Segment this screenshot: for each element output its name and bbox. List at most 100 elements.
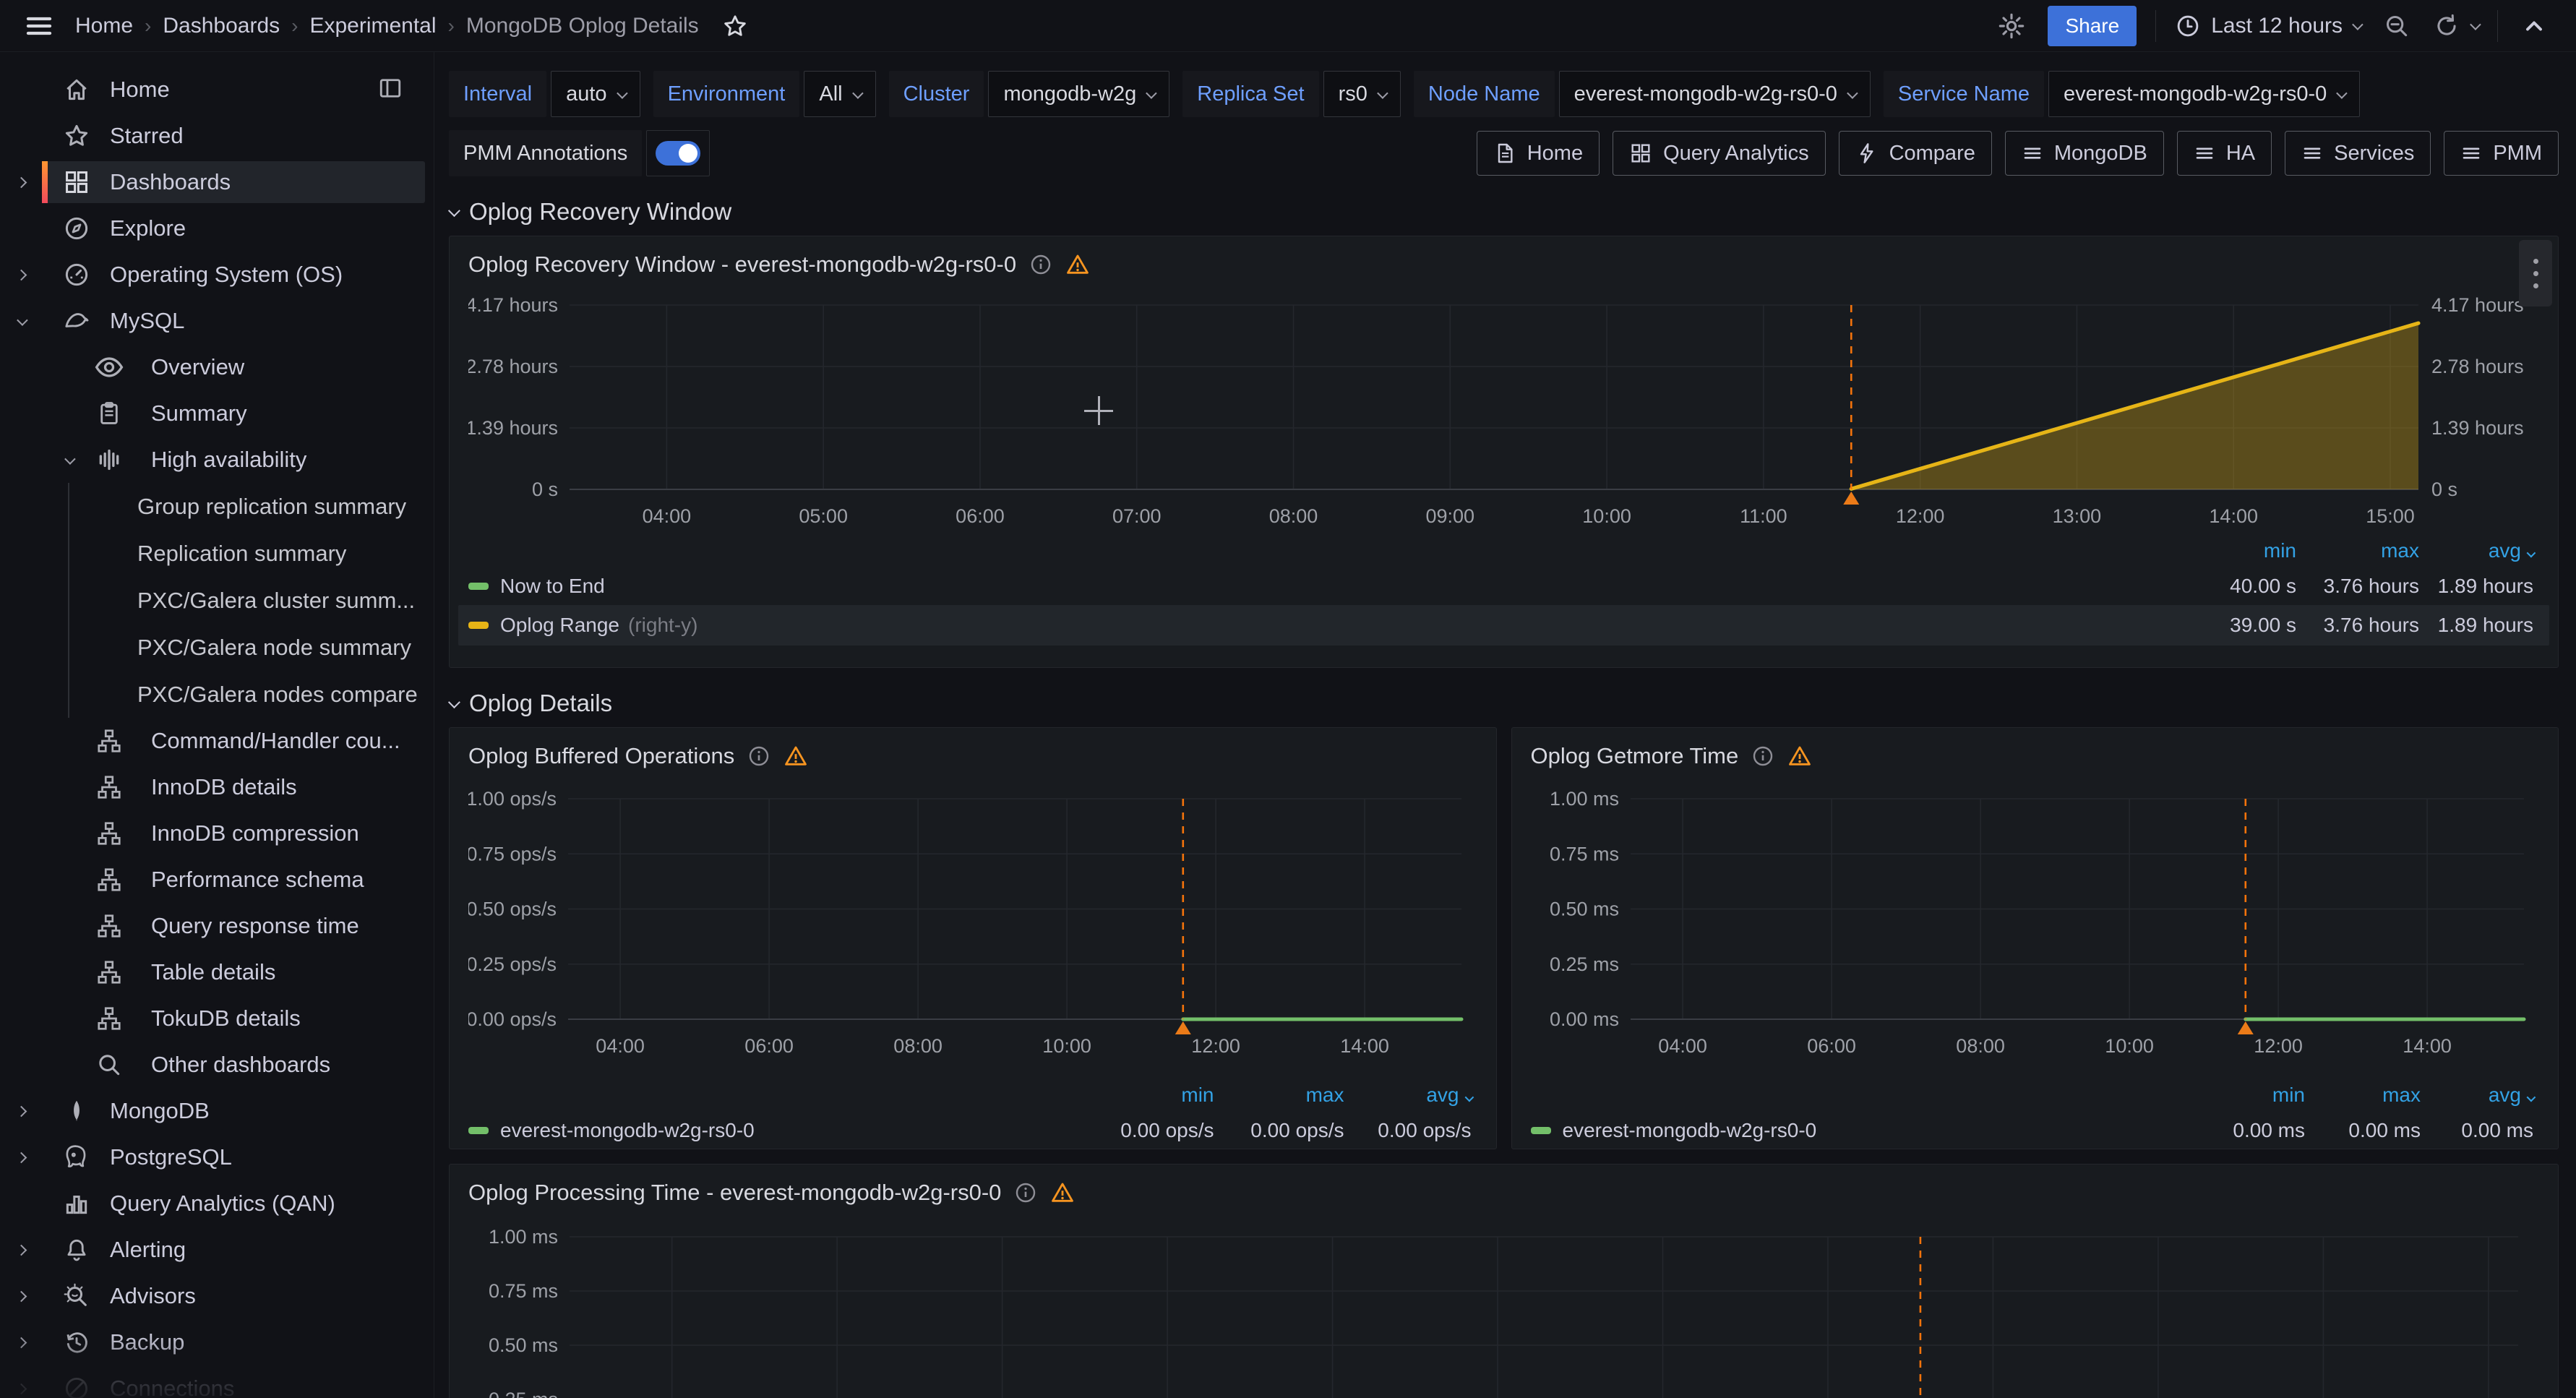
warning-icon[interactable] [783, 744, 808, 768]
quicklink-home-button[interactable]: Home [1477, 131, 1600, 176]
filter-environment-value[interactable]: All [804, 71, 875, 117]
warning-icon[interactable] [1050, 1180, 1075, 1205]
legend-col-avg[interactable]: avg [2421, 1084, 2533, 1107]
quicklink-ha-button[interactable]: HA [2177, 131, 2272, 176]
quicklink-query-analytics-button[interactable]: Query Analytics [1613, 131, 1825, 176]
breadcrumb-home[interactable]: Home [75, 14, 133, 38]
chevron-down-icon [1146, 87, 1157, 99]
legend-col-max[interactable]: max [2305, 1084, 2421, 1107]
pmm-annotations-toggle[interactable] [646, 130, 710, 176]
sidebar-item-mysql-summary[interactable]: Summary [0, 390, 434, 437]
info-icon[interactable] [1751, 745, 1774, 768]
panel-title[interactable]: Oplog Recovery Window - everest-mongodb-… [468, 252, 1016, 278]
sidebar-item-group-replication-summary[interactable]: Group replication summary [69, 483, 434, 530]
sidebar-item-backup[interactable]: Backup [0, 1319, 434, 1365]
time-range-picker[interactable]: Last 12 hours [2175, 13, 2361, 39]
filter-interval-value[interactable]: auto [551, 71, 640, 117]
legend-col-avg[interactable]: avg [1344, 1084, 1472, 1107]
quicklink-services-button[interactable]: Services [2285, 131, 2431, 176]
panel-title[interactable]: Oplog Buffered Operations [468, 743, 734, 769]
sidebar-item-pxc-galera-nodes-compare[interactable]: PXC/Galera nodes compare [69, 671, 434, 718]
series-axis-note: (right-y) [628, 614, 697, 637]
sidebar-item-pxc-galera-node-summary[interactable]: PXC/Galera node summary [69, 624, 434, 671]
quicklink-mongodb-button[interactable]: MongoDB [2005, 131, 2164, 176]
panel-title[interactable]: Oplog Getmore Time [1531, 743, 1739, 769]
svg-text:06:00: 06:00 [956, 505, 1005, 527]
sidebar-item-alerting[interactable]: Alerting [0, 1227, 434, 1273]
sidebar-item-mysql-overview[interactable]: Overview [0, 344, 434, 390]
sidebar-collapse-icon[interactable] [377, 75, 403, 105]
breadcrumb-experimental[interactable]: Experimental [309, 14, 436, 38]
sidebar-item-advisors[interactable]: Advisors [0, 1273, 434, 1319]
filter-node-name-value[interactable]: everest-mongodb-w2g-rs0-0 [1559, 71, 1871, 117]
sidebar-item-connections[interactable]: Connections [0, 1365, 434, 1398]
legend-col-min[interactable]: min [2189, 1084, 2305, 1107]
series-name[interactable]: Now to End [500, 575, 605, 598]
sidebar-item-other-dashboards[interactable]: Other dashboards [0, 1042, 434, 1088]
chevron-right-icon[interactable] [15, 1383, 27, 1394]
breadcrumb-dashboards[interactable]: Dashboards [163, 14, 280, 38]
zoom-out-icon[interactable] [2379, 9, 2414, 43]
legend-col-min[interactable]: min [1084, 1084, 1214, 1107]
sidebar-item-starred[interactable]: Starred [0, 113, 434, 159]
hamburger-menu-icon[interactable] [22, 9, 56, 43]
chevron-right-icon[interactable] [15, 176, 27, 188]
legend-col-max[interactable]: max [1214, 1084, 1344, 1107]
oplog-processing-time-chart[interactable]: 04:0005:0006:0007:0008:0009:0010:0011:00… [468, 1215, 2540, 1398]
share-button[interactable]: Share [2048, 6, 2137, 46]
legend-col-avg[interactable]: avg [2419, 539, 2533, 562]
filter-service-name-value[interactable]: everest-mongodb-w2g-rs0-0 [2048, 71, 2360, 117]
chevron-right-icon[interactable] [15, 1337, 27, 1348]
series-name[interactable]: everest-mongodb-w2g-rs0-0 [500, 1119, 755, 1142]
sidebar-item-innodb-details[interactable]: InnoDB details [0, 764, 434, 810]
panel-menu-kebab-icon[interactable] [2519, 240, 2552, 306]
warning-icon[interactable] [1787, 744, 1812, 768]
sidebar-item-postgresql[interactable]: PostgreSQL [0, 1134, 434, 1180]
collapse-controls-caret-up-icon[interactable] [2517, 9, 2551, 43]
sidebar-item-tokudb-details[interactable]: TokuDB details [0, 995, 434, 1042]
info-icon[interactable] [1029, 253, 1052, 276]
refresh-control[interactable] [2433, 12, 2478, 40]
sidebar-item-innodb-compression[interactable]: InnoDB compression [0, 810, 434, 857]
sidebar-item-mysql[interactable]: MySQL [0, 298, 434, 344]
warning-icon[interactable] [1065, 252, 1090, 277]
sidebar-item-home[interactable]: Home [0, 67, 434, 113]
sidebar-item-mongodb[interactable]: MongoDB [0, 1088, 434, 1134]
info-icon[interactable] [1014, 1181, 1037, 1204]
favorite-star-icon[interactable] [718, 9, 752, 43]
sidebar-item-mysql-high-availability[interactable]: High availability [0, 437, 434, 483]
panel-title[interactable]: Oplog Processing Time - everest-mongodb-… [468, 1180, 1001, 1206]
sidebar-item-dashboards[interactable]: Dashboards [0, 159, 434, 205]
filter-cluster-value[interactable]: mongodb-w2g [988, 71, 1169, 117]
sidebar-item-replication-summary[interactable]: Replication summary [69, 530, 434, 577]
sidebar-item-performance-schema[interactable]: Performance schema [0, 857, 434, 903]
sidebar-item-operating-system[interactable]: Operating System (OS) [0, 252, 434, 298]
section-oplog-recovery-window[interactable]: Oplog Recovery Window [449, 198, 2559, 226]
filter-replica-set-value[interactable]: rs0 [1323, 71, 1401, 117]
series-name[interactable]: everest-mongodb-w2g-rs0-0 [1563, 1119, 1817, 1142]
oplog-recovery-window-chart[interactable]: 04:0005:0006:0007:0008:0009:0010:0011:00… [468, 287, 2540, 529]
legend-col-min[interactable]: min [2173, 539, 2296, 562]
legend-col-max[interactable]: max [2296, 539, 2419, 562]
sidebar-item-explore[interactable]: Explore [0, 205, 434, 252]
sidebar-item-query-response-time[interactable]: Query response time [0, 903, 434, 949]
sidebar-item-query-analytics-qan[interactable]: Query Analytics (QAN) [0, 1180, 434, 1227]
settings-gear-icon[interactable] [1994, 9, 2029, 43]
chevron-right-icon[interactable] [15, 269, 27, 280]
chevron-right-icon[interactable] [15, 1105, 27, 1117]
chevron-down-icon[interactable] [17, 314, 28, 326]
info-icon[interactable] [747, 745, 770, 768]
sidebar-item-table-details[interactable]: Table details [0, 949, 434, 995]
series-name[interactable]: Oplog Range [500, 614, 619, 637]
quicklink-compare-button[interactable]: Compare [1839, 131, 1992, 176]
chevron-right-icon[interactable] [15, 1152, 27, 1163]
chevron-down-icon[interactable] [64, 453, 76, 465]
sidebar-item-pxc-galera-cluster-summary[interactable]: PXC/Galera cluster summ... [69, 577, 434, 624]
chevron-right-icon[interactable] [15, 1244, 27, 1256]
sidebar-item-command-handler-counters[interactable]: Command/Handler cou... [0, 718, 434, 764]
chevron-right-icon[interactable] [15, 1290, 27, 1302]
oplog-buffered-operations-chart[interactable]: 04:0006:0008:0010:0012:0014:001.00 ops/s… [468, 779, 1477, 1073]
section-oplog-details[interactable]: Oplog Details [449, 690, 2559, 717]
quicklink-pmm-button[interactable]: PMM [2444, 131, 2559, 176]
oplog-getmore-time-chart[interactable]: 04:0006:0008:0010:0012:0014:001.00 ms0.7… [1531, 779, 2540, 1073]
